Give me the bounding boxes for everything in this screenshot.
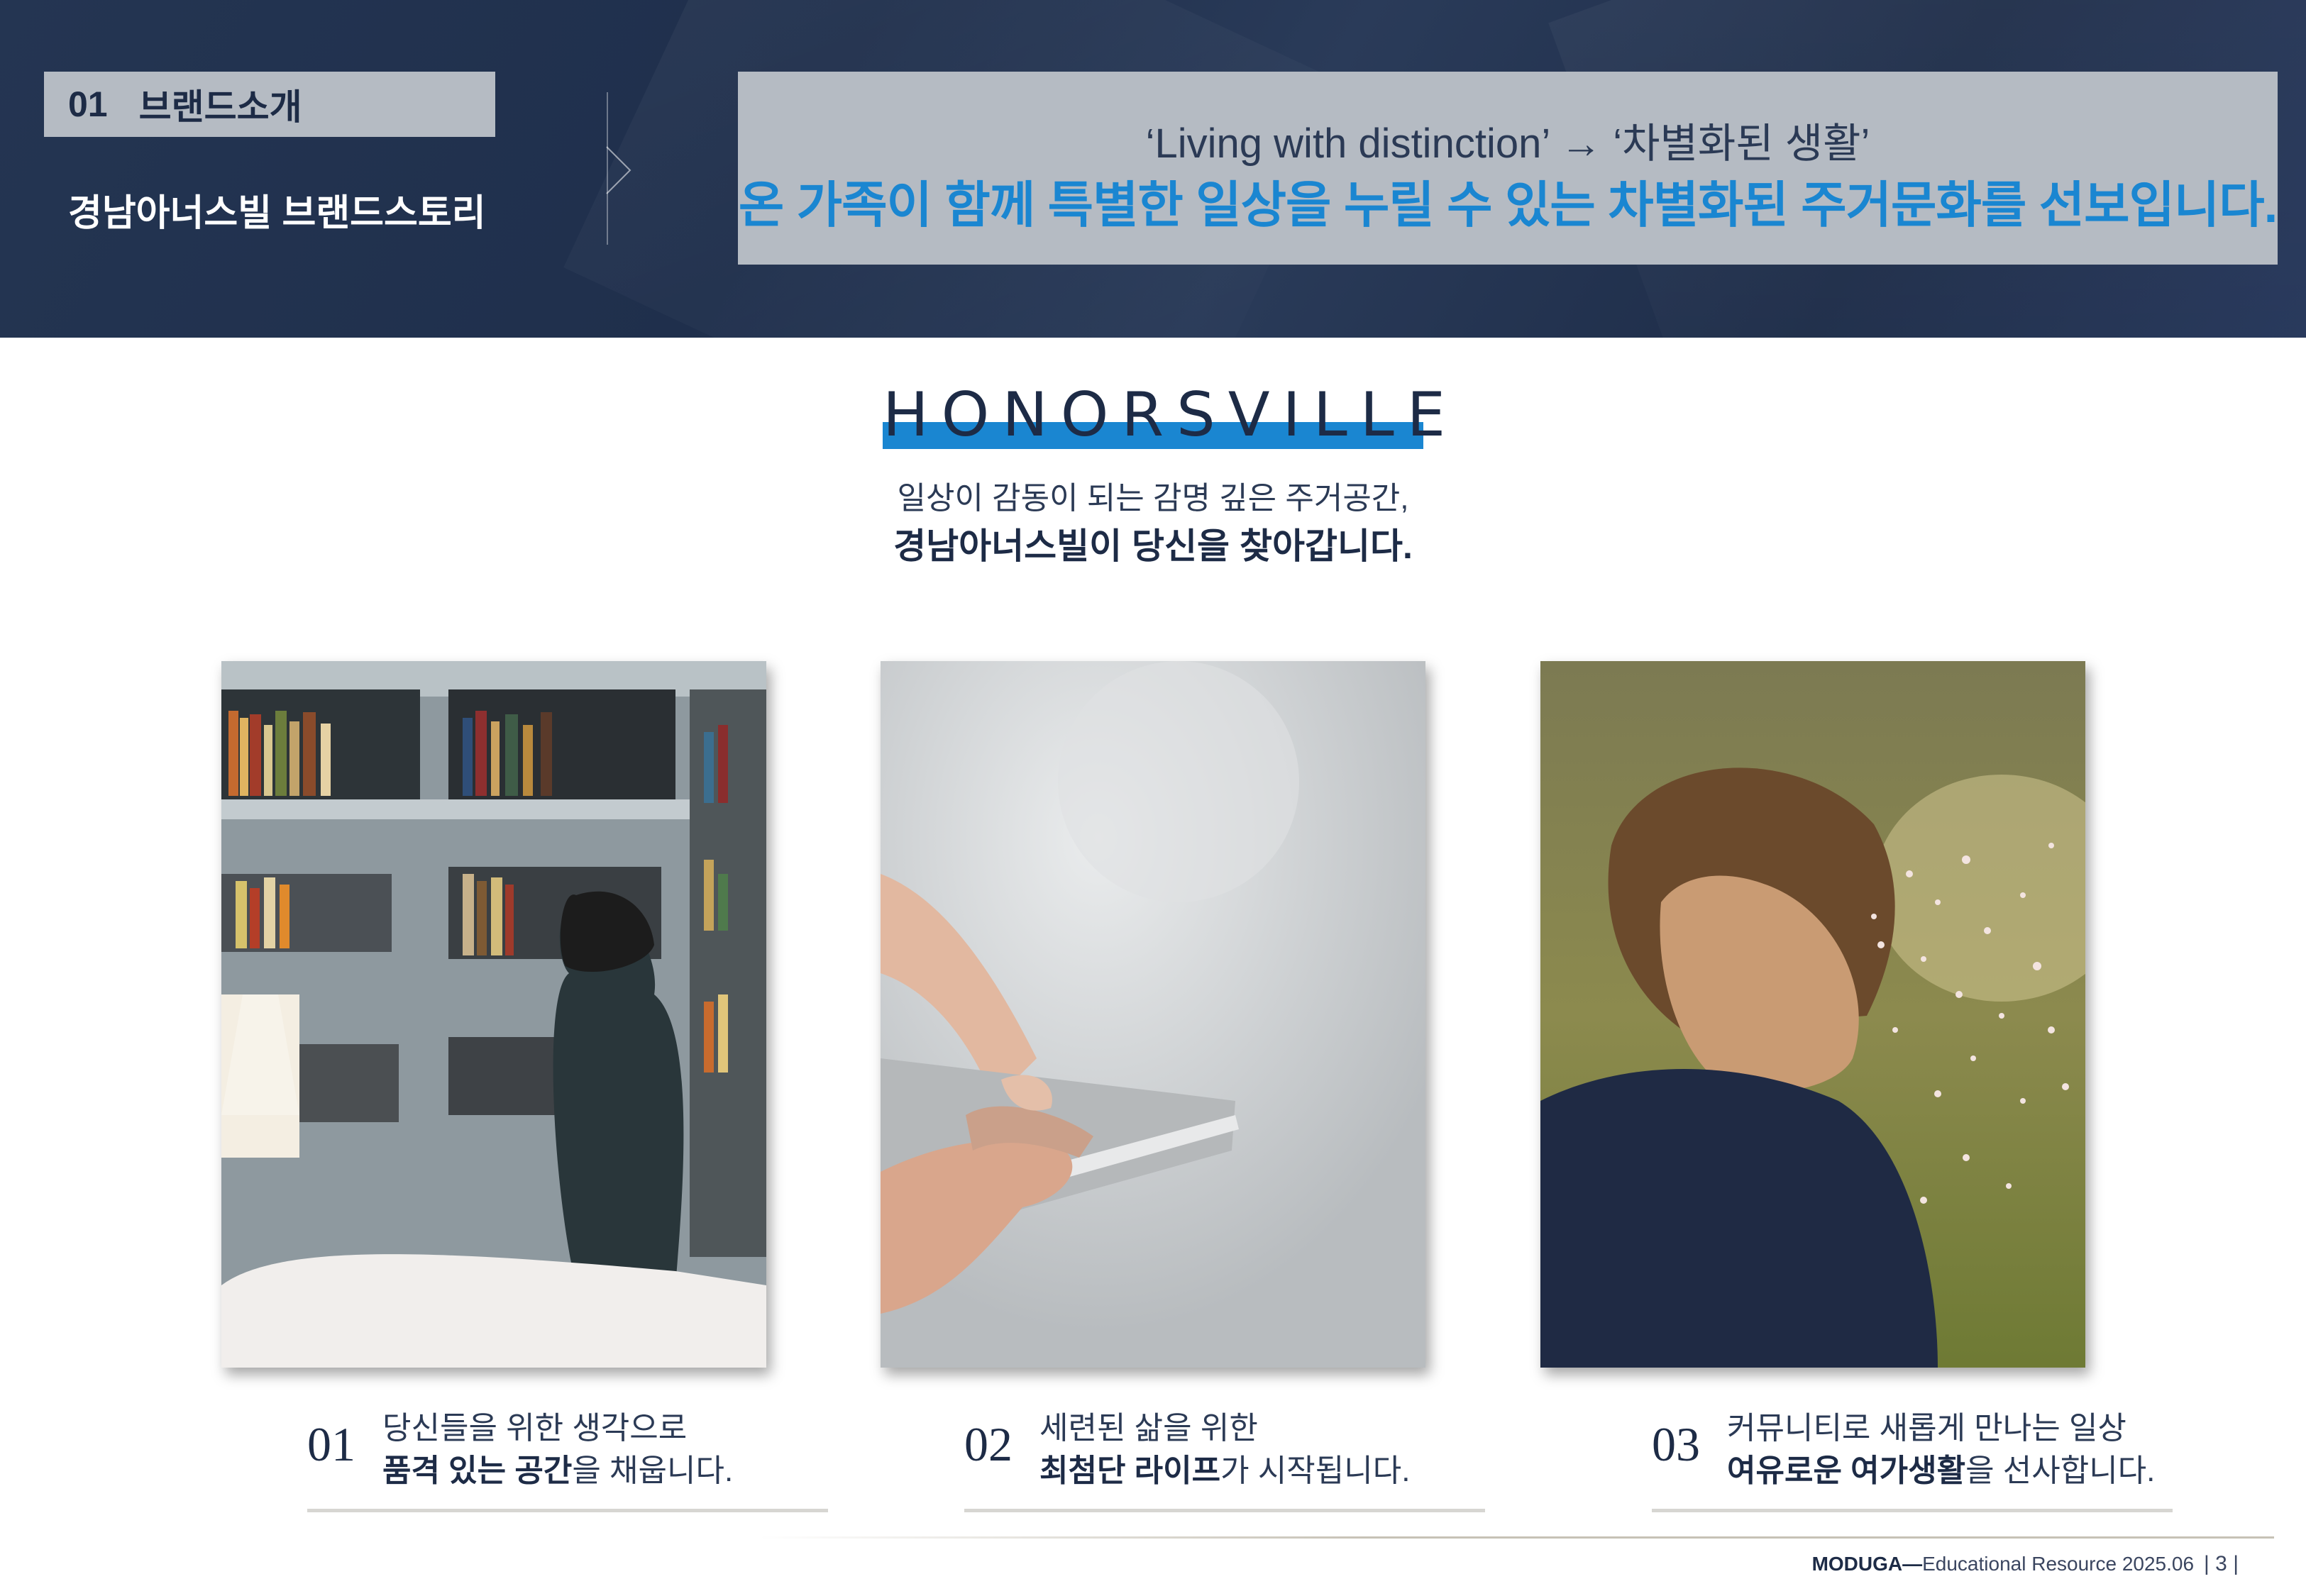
tagline-panel: ‘Living with distinction’ → ‘차별화된 생활’ 온 … bbox=[738, 72, 2278, 265]
footer-dash: — bbox=[1902, 1553, 1923, 1575]
caption-line-2: 품격 있는 공간을 채웁니다. bbox=[382, 1445, 733, 1490]
caption-line-1: 커뮤니티로 새롭게 만나는 일상 bbox=[1727, 1411, 2126, 1446]
caption-highlight: 최첨단 라이프 bbox=[1039, 1453, 1221, 1488]
intro-line-2: 경남아너스빌이 당신을 찾아갑니다. bbox=[893, 526, 1413, 566]
footer-text: Educational Resource 2025.06 bbox=[1922, 1553, 2195, 1575]
brand-logo: HONORSVILLE bbox=[883, 379, 1459, 450]
intro-line-1: 일상이 감동이 되는 감명 깊은 주거공간, bbox=[897, 481, 1409, 516]
caption-number: 03 bbox=[1652, 1417, 1700, 1471]
logo-text: HONORSVILLE bbox=[883, 379, 1459, 450]
caption-line-1: 당신들을 위한 생각으로 bbox=[382, 1411, 688, 1446]
caption-number: 01 bbox=[307, 1417, 355, 1471]
caption-2: 02 세련된 삶을 위한 최첨단 라이프가 시작됩니다. bbox=[964, 1401, 1461, 1488]
caption-rest: 을 선사합니다. bbox=[1965, 1453, 2156, 1488]
bookshelf-image bbox=[221, 661, 766, 1368]
caption-rule bbox=[307, 1509, 828, 1512]
caption-rule bbox=[964, 1509, 1485, 1512]
boy-water-image bbox=[1540, 661, 2085, 1368]
page-number: | 3 | bbox=[2204, 1552, 2239, 1575]
caption-rest: 가 시작됩니다. bbox=[1220, 1453, 1411, 1488]
tagline-main: 온 가족이 함께 특별한 일상을 누릴 수 있는 차별화된 주거문화를 선보입니… bbox=[738, 177, 2278, 233]
caption-rest: 을 채웁니다. bbox=[572, 1453, 734, 1488]
caption-highlight: 품격 있는 공간 bbox=[382, 1453, 573, 1488]
footer-rule bbox=[759, 1536, 2274, 1539]
photo-smartphone bbox=[881, 661, 1425, 1368]
caption-line-1: 세련된 삶을 위한 bbox=[1039, 1411, 1258, 1446]
caption-3: 03 커뮤니티로 새롭게 만나는 일상 여유로운 여가생활을 선사합니다. bbox=[1652, 1401, 2191, 1488]
footer: MODUGA—Educational Resource 2025.06 | 3 | bbox=[1812, 1552, 2239, 1576]
caption-1: 01 당신들을 위한 생각으로 품격 있는 공간을 채웁니다. bbox=[307, 1401, 804, 1488]
section-number: 01 bbox=[68, 84, 108, 124]
section-subtitle: 경남아너스빌 브랜드스토리 bbox=[68, 193, 486, 234]
footer-brand: MODUGA bbox=[1811, 1553, 1903, 1575]
caption-line-2: 최첨단 라이프가 시작됩니다. bbox=[1039, 1445, 1410, 1490]
caption-rule bbox=[1652, 1509, 2173, 1512]
caption-highlight: 여유로운 여가생활 bbox=[1727, 1453, 1966, 1488]
photo-boy-water bbox=[1540, 661, 2085, 1368]
caption-number: 02 bbox=[964, 1417, 1013, 1471]
caption-line-2: 여유로운 여가생활을 선사합니다. bbox=[1727, 1445, 2155, 1490]
photo-bookshelf bbox=[221, 661, 766, 1368]
section-tag: 01 브랜드소개 bbox=[44, 72, 495, 137]
smartphone-image bbox=[881, 661, 1425, 1368]
section-title: 브랜드소개 bbox=[138, 87, 302, 127]
chevron-right-icon bbox=[606, 146, 631, 194]
tagline-subtitle: ‘Living with distinction’ → ‘차별화된 생활’ bbox=[1145, 121, 1870, 167]
